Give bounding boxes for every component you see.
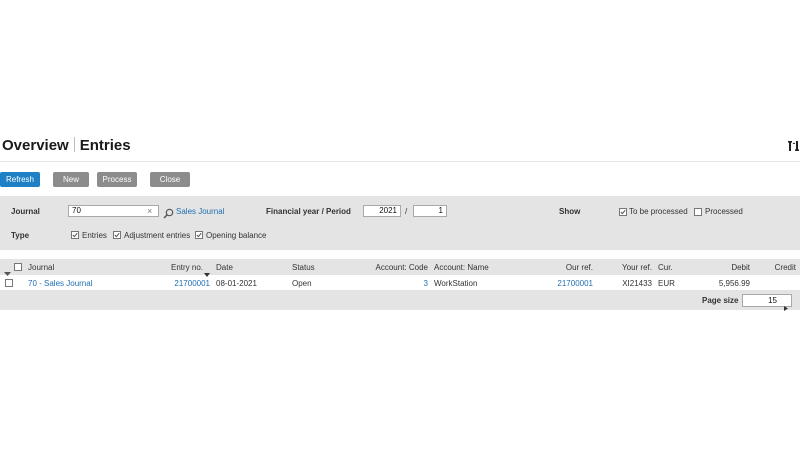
column-header-status[interactable]: Status xyxy=(292,263,315,272)
financial-year-input[interactable]: 2021 xyxy=(363,205,401,217)
page-title-main: Overview xyxy=(2,137,69,154)
title-divider xyxy=(73,137,75,152)
column-header-date[interactable]: Date xyxy=(216,263,233,272)
row-checkbox[interactable] xyxy=(5,279,13,287)
page-title: Overview Entries xyxy=(2,137,131,154)
journal-input-value: 70 xyxy=(72,206,81,215)
entries-label: Entries xyxy=(82,231,107,240)
opening-balance-label: Opening balance xyxy=(206,231,267,240)
row-entry-no-link[interactable]: 21700001 xyxy=(160,279,210,288)
header-divider xyxy=(0,161,800,162)
column-header-your-ref[interactable]: Your ref. xyxy=(610,263,652,272)
column-header-our-ref[interactable]: Our ref. xyxy=(543,263,593,272)
refresh-button[interactable]: Refresh xyxy=(0,172,40,187)
page-size-label: Page size xyxy=(702,296,739,305)
table-footer xyxy=(0,291,800,310)
page-title-sub: Entries xyxy=(79,137,131,154)
financial-year-period-label: Financial year / Period xyxy=(266,207,351,216)
column-header-account-code[interactable]: Account: Code xyxy=(360,263,428,272)
column-settings-icon[interactable] xyxy=(788,139,800,153)
row-account-code-link[interactable]: 3 xyxy=(400,279,428,288)
clear-icon[interactable]: × xyxy=(147,205,152,217)
row-account-name: WorkStation xyxy=(434,279,478,288)
journal-input[interactable]: 70 xyxy=(68,205,159,217)
to-be-processed-checkbox[interactable] xyxy=(619,208,627,216)
close-button[interactable]: Close xyxy=(150,172,190,187)
row-debit: 5,956.99 xyxy=(718,279,750,288)
row-our-ref-link[interactable]: 21700001 xyxy=(543,279,593,288)
column-header-credit[interactable]: Credit xyxy=(760,263,796,272)
period-input[interactable]: 1 xyxy=(413,205,447,217)
row-your-ref: XI21433 xyxy=(622,279,652,288)
show-label: Show xyxy=(559,207,581,216)
processed-checkbox[interactable] xyxy=(694,208,702,216)
new-button[interactable]: New xyxy=(53,172,89,187)
to-be-processed-label: To be processed xyxy=(629,207,688,216)
row-status: Open xyxy=(292,279,312,288)
column-header-debit[interactable]: Debit xyxy=(700,263,750,272)
select-all-checkbox[interactable] xyxy=(14,263,22,271)
entries-checkbox[interactable] xyxy=(71,231,79,239)
financial-year-value: 2021 xyxy=(379,206,397,215)
row-journal-link[interactable]: 70 - Sales Journal xyxy=(28,279,92,288)
column-header-journal[interactable]: Journal xyxy=(28,263,54,272)
row-currency: EUR xyxy=(658,279,675,288)
period-value: 1 xyxy=(438,206,443,215)
row-date: 08-01-2021 xyxy=(216,279,257,288)
column-header-entry-no[interactable]: Entry no. xyxy=(171,263,203,272)
opening-balance-checkbox[interactable] xyxy=(195,231,203,239)
chevron-right-icon[interactable] xyxy=(784,298,788,316)
adjustment-entries-label: Adjustment entries xyxy=(124,231,191,240)
search-icon[interactable] xyxy=(163,206,174,224)
journal-label: Journal xyxy=(11,207,40,216)
processed-label: Processed xyxy=(705,207,743,216)
process-button[interactable]: Process xyxy=(97,172,137,187)
journal-description-link[interactable]: Sales Journal xyxy=(176,207,224,216)
adjustment-entries-checkbox[interactable] xyxy=(113,231,121,239)
column-header-currency[interactable]: Cur. xyxy=(658,263,673,272)
column-header-account-name[interactable]: Account: Name xyxy=(434,263,489,272)
type-label: Type xyxy=(11,231,30,240)
period-separator: / xyxy=(405,207,408,216)
